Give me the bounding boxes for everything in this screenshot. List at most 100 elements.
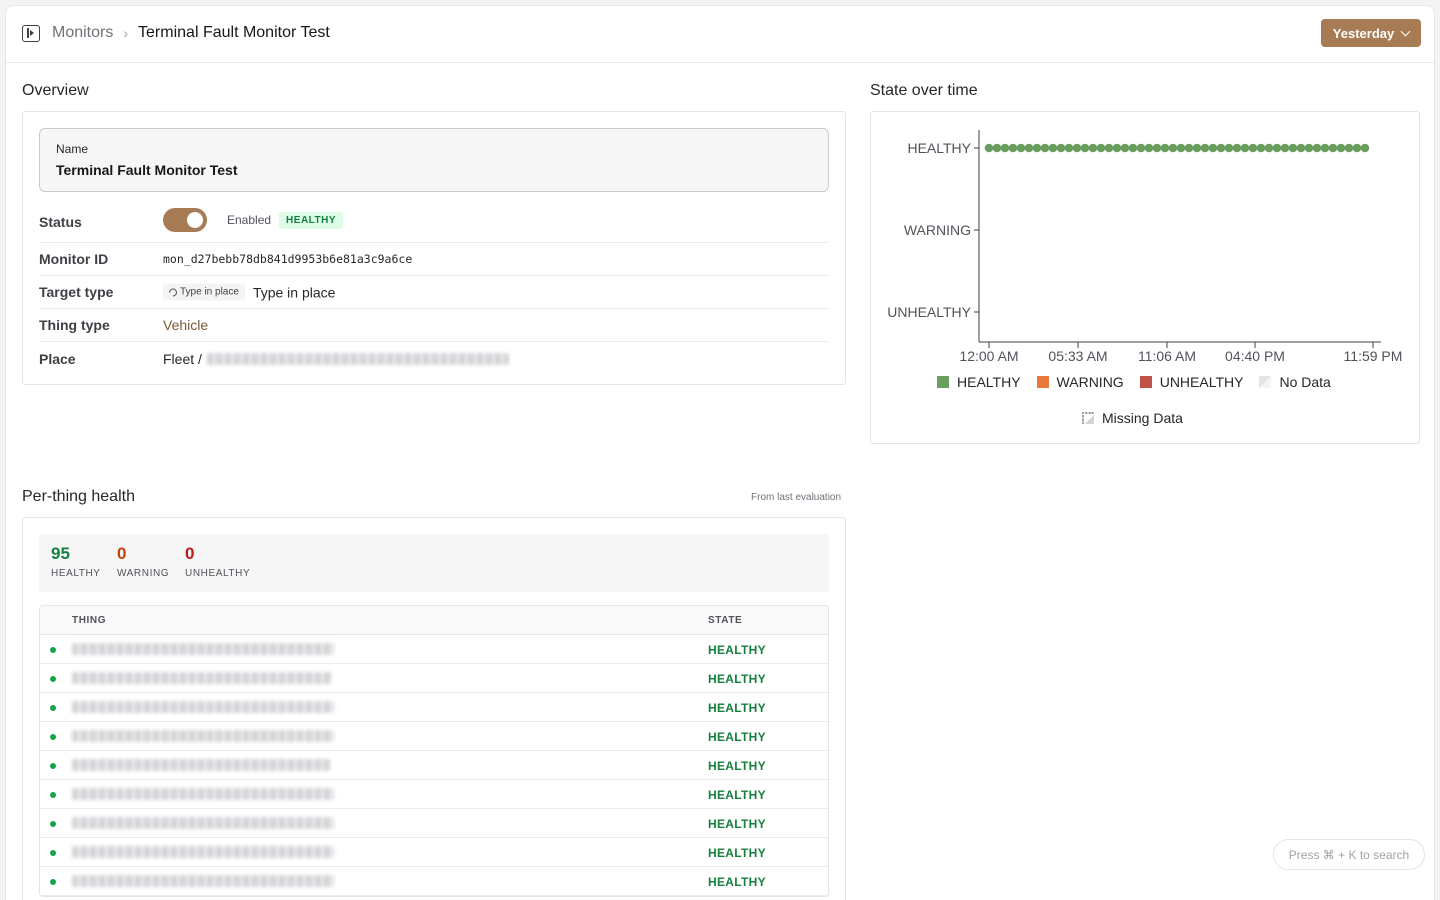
monitor-id-row: Monitor ID mon_d27bebb78db841d9953b6e81a… bbox=[39, 243, 829, 276]
data-point bbox=[992, 143, 1002, 153]
unhealthy-count: 0 bbox=[185, 544, 195, 563]
data-point bbox=[1352, 143, 1362, 153]
overview-title: Overview bbox=[22, 82, 89, 99]
column-state[interactable]: STATE bbox=[708, 615, 742, 626]
data-point bbox=[1304, 143, 1314, 153]
page-header: Monitors › Terminal Fault Monitor Test Y… bbox=[6, 6, 1434, 63]
table-row[interactable]: HEALTHY bbox=[40, 664, 828, 693]
chart-legend: HEALTHY WARNING UNHEALTHY No Data bbox=[937, 374, 1347, 390]
target-type-value-group: Type in place Type in place bbox=[163, 283, 335, 301]
unhealthy-count-label: UNHEALTHY bbox=[185, 568, 251, 579]
legend-label-no-data: No Data bbox=[1279, 374, 1331, 390]
place-value-group: Fleet / bbox=[163, 351, 509, 367]
table-body: HEALTHY HEALTHY HEALTHY HEALTHY HEALTHY HEALT… bbox=[40, 635, 828, 896]
app-window: Monitors › Terminal Fault Monitor Test Y… bbox=[5, 5, 1435, 900]
column-thing[interactable]: THING bbox=[72, 615, 106, 626]
date-range-label: Yesterday bbox=[1332, 25, 1395, 41]
table-row[interactable]: HEALTHY bbox=[40, 722, 828, 751]
status-dot bbox=[50, 734, 56, 740]
name-field[interactable]: Name Terminal Fault Monitor Test bbox=[39, 128, 829, 192]
state-chart-card: HEALTHY WARNING UNHEALTHY 12:00 AM 05:33 AM 1… bbox=[870, 111, 1420, 444]
target-type-row: Target type Type in place Type in place bbox=[39, 276, 829, 309]
x-tick-label: 12:00 AM bbox=[959, 348, 1018, 364]
legend-label-warning: WARNING bbox=[1056, 374, 1124, 390]
data-point bbox=[1280, 143, 1290, 153]
enabled-toggle[interactable] bbox=[163, 208, 207, 232]
table-row[interactable]: HEALTHY bbox=[40, 693, 828, 722]
thing-type-value: Vehicle bbox=[163, 317, 209, 333]
row-state: HEALTHY bbox=[708, 875, 766, 889]
status-dot bbox=[50, 792, 56, 798]
chevron-down-icon bbox=[1400, 26, 1411, 36]
table-header: THING STATE bbox=[40, 606, 828, 635]
breadcrumb-monitors-link[interactable]: Monitors bbox=[52, 24, 113, 42]
legend-label-healthy: HEALTHY bbox=[957, 374, 1021, 390]
table-row[interactable]: HEALTHY bbox=[40, 780, 828, 809]
data-point bbox=[1176, 143, 1186, 153]
redacted-thing-id bbox=[72, 701, 334, 713]
x-tick-label: 11:59 PM bbox=[1344, 348, 1403, 364]
target-type-label: Target type bbox=[39, 284, 114, 300]
status-row: Status Enabled HEALTHY bbox=[39, 202, 829, 243]
row-state: HEALTHY bbox=[708, 759, 766, 773]
data-point bbox=[1104, 143, 1114, 153]
data-point bbox=[1296, 143, 1306, 153]
summary-unhealthy: 0 UNHEALTHY bbox=[185, 544, 250, 579]
data-point bbox=[1120, 143, 1130, 153]
legend-no-data[interactable]: No Data bbox=[1259, 374, 1331, 390]
search-shortcut-hint[interactable]: Press ⌘ + K to search bbox=[1273, 839, 1425, 870]
status-dot bbox=[50, 647, 56, 653]
thing-table: THING STATE HEALTHY HEALTHY HEALTHY HEALTHY… bbox=[39, 605, 829, 897]
x-tick-label: 04:40 PM bbox=[1225, 348, 1285, 364]
y-tick-label: UNHEALTHY bbox=[887, 304, 971, 320]
legend-healthy[interactable]: HEALTHY bbox=[937, 374, 1021, 390]
sidebar-toggle-icon[interactable] bbox=[22, 25, 40, 42]
data-point bbox=[1360, 143, 1370, 153]
data-point bbox=[1320, 143, 1330, 153]
table-row[interactable]: HEALTHY bbox=[40, 751, 828, 780]
legend-unhealthy[interactable]: UNHEALTHY bbox=[1139, 374, 1244, 390]
data-point bbox=[1128, 143, 1138, 153]
data-point bbox=[1016, 143, 1026, 153]
data-point bbox=[1080, 143, 1090, 153]
data-point bbox=[1224, 143, 1234, 153]
data-point bbox=[1000, 143, 1010, 153]
row-state: HEALTHY bbox=[708, 817, 766, 831]
table-row[interactable]: HEALTHY bbox=[40, 809, 828, 838]
state-over-time-title: State over time bbox=[870, 82, 978, 99]
status-dot bbox=[50, 879, 56, 885]
legend-warning[interactable]: WARNING bbox=[1036, 374, 1124, 390]
table-row[interactable]: HEALTHY bbox=[40, 635, 828, 664]
date-range-dropdown[interactable]: Yesterday bbox=[1321, 19, 1421, 47]
warning-count: 0 bbox=[117, 544, 127, 563]
legend-swatch-missing-data bbox=[1082, 412, 1094, 424]
data-point bbox=[1272, 143, 1282, 153]
table-row[interactable]: HEALTHY bbox=[40, 867, 828, 896]
target-type-chip: Type in place bbox=[163, 283, 245, 301]
redacted-thing-id bbox=[72, 672, 332, 684]
data-point bbox=[1008, 143, 1018, 153]
overview-card: Name Terminal Fault Monitor Test Status … bbox=[22, 111, 846, 385]
summary-healthy: 95 HEALTHY bbox=[51, 544, 101, 579]
chart-legend-missing: Missing Data bbox=[1082, 410, 1199, 426]
table-row[interactable]: HEALTHY bbox=[40, 838, 828, 867]
breadcrumb: Monitors › Terminal Fault Monitor Test bbox=[52, 24, 330, 42]
row-state: HEALTHY bbox=[708, 643, 766, 657]
data-point bbox=[1056, 143, 1066, 153]
monitor-id-value: mon_d27bebb78db841d9953b6e81a3c9a6ce bbox=[163, 252, 413, 266]
data-point bbox=[1032, 143, 1042, 153]
row-state: HEALTHY bbox=[708, 730, 766, 744]
status-dot bbox=[50, 821, 56, 827]
data-point bbox=[1136, 143, 1146, 153]
place-label: Place bbox=[39, 350, 76, 367]
target-type-chip-label: Type in place bbox=[180, 286, 239, 298]
data-point bbox=[1160, 143, 1170, 153]
data-point bbox=[1040, 143, 1050, 153]
data-point bbox=[1336, 143, 1346, 153]
legend-missing-data[interactable]: Missing Data bbox=[1082, 410, 1183, 426]
legend-label-unhealthy: UNHEALTHY bbox=[1159, 374, 1244, 390]
redacted-thing-id bbox=[72, 875, 334, 887]
data-point bbox=[1144, 143, 1154, 153]
data-point bbox=[1184, 143, 1194, 153]
x-tick-label: 05:33 AM bbox=[1048, 348, 1107, 364]
